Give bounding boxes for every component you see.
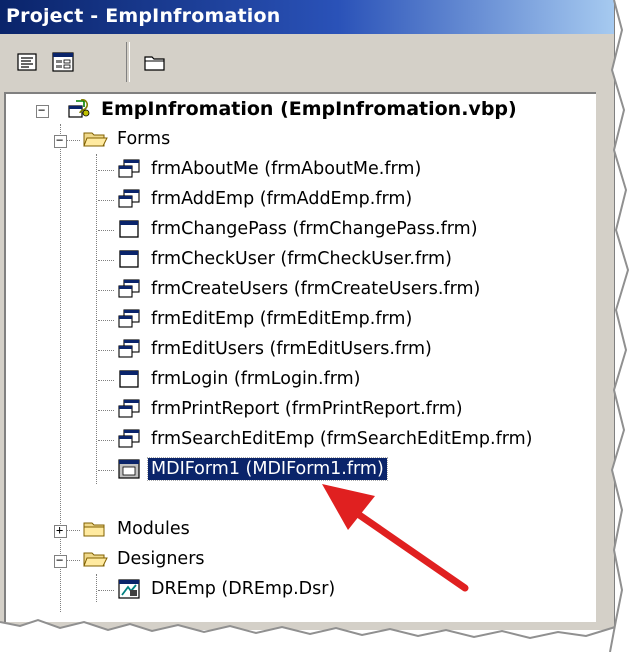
view-code-icon	[17, 53, 37, 71]
form-label: frmSearchEditEmp (frmSearchEditEmp.frm)	[151, 429, 533, 449]
tree-node-form[interactable]: frmChangePass (frmChangePass.frm)	[116, 214, 481, 244]
form-label: frmCheckUser (frmCheckUser.frm)	[151, 249, 452, 269]
tree-node-forms-folder[interactable]: Forms	[82, 124, 173, 154]
tree-node-form[interactable]: frmCreateUsers (frmCreateUsers.frm)	[116, 274, 483, 304]
tree-line	[98, 170, 114, 171]
mdichild-form-icon	[118, 429, 140, 448]
forms-collapse-toggle[interactable]: −	[54, 133, 67, 148]
title-bar[interactable]: Project - EmpInfromation	[0, 0, 614, 34]
vb-project-icon	[68, 99, 90, 118]
tree-node-form[interactable]: frmLogin (frmLogin.frm)	[116, 364, 364, 394]
form-icon	[119, 250, 139, 268]
view-code-button[interactable]	[14, 50, 40, 74]
tree-line	[98, 470, 114, 471]
tree-line	[98, 380, 114, 381]
forms-folder-label: Forms	[117, 129, 171, 149]
tree-line	[96, 154, 97, 484]
view-object-button[interactable]	[50, 50, 76, 74]
tree-line	[98, 260, 114, 261]
tree-line	[66, 140, 80, 141]
tree-line	[98, 440, 114, 441]
tree-node-form[interactable]: frmEditUsers (frmEditUsers.frm)	[116, 334, 435, 364]
tree-line	[98, 320, 114, 321]
tree-node-project[interactable]: EmpInfromation (EmpInfromation.vbp)	[66, 94, 520, 124]
toolbar-separator	[126, 42, 130, 82]
form-label: frmEditEmp (frmEditEmp.frm)	[151, 309, 413, 329]
form-label: frmLogin (frmLogin.frm)	[151, 369, 361, 389]
form-label: frmAddEmp (frmAddEmp.frm)	[151, 189, 413, 209]
tree-line	[96, 574, 97, 602]
mdi-form-icon	[118, 459, 140, 479]
modules-folder-label: Modules	[117, 519, 190, 539]
tree-line	[66, 560, 80, 561]
tree-node-form[interactable]: frmEditEmp (frmEditEmp.frm)	[116, 304, 415, 334]
form-icon	[119, 370, 139, 388]
form-label: frmCreateUsers (frmCreateUsers.frm)	[151, 279, 481, 299]
mdichild-form-icon	[118, 279, 140, 298]
torn-edge-decoration	[0, 617, 640, 652]
mdichild-form-icon	[118, 399, 140, 418]
tree-node-form[interactable]: frmCheckUser (frmCheckUser.frm)	[116, 244, 455, 274]
open-folder-icon	[83, 552, 108, 567]
tree-line	[98, 590, 114, 591]
mdichild-form-icon	[118, 189, 140, 208]
toggle-folders-button[interactable]	[142, 50, 168, 74]
window-title: Project - EmpInfromation	[6, 5, 281, 27]
tree-node-modules-folder[interactable]: Modules	[82, 514, 193, 544]
tree-line	[98, 350, 114, 351]
tree-line	[98, 410, 114, 411]
modules-expand-toggle[interactable]: +	[54, 523, 67, 538]
mdichild-form-icon	[118, 309, 140, 328]
tree-node-form[interactable]: frmAddEmp (frmAddEmp.frm)	[116, 184, 415, 214]
designers-folder-label: Designers	[117, 549, 205, 569]
form-label: frmPrintReport (frmPrintReport.frm)	[151, 399, 463, 419]
open-folder-icon	[83, 132, 108, 147]
tree-node-form[interactable]: frmPrintReport (frmPrintReport.frm)	[116, 394, 466, 424]
form-icon	[119, 220, 139, 238]
form-label: frmEditUsers (frmEditUsers.frm)	[151, 339, 432, 359]
project-label: EmpInfromation (EmpInfromation.vbp)	[101, 98, 517, 120]
toolbar	[0, 34, 614, 88]
tree-line	[98, 230, 114, 231]
project-collapse-toggle[interactable]: −	[36, 103, 49, 118]
form-label: frmAboutMe (frmAboutMe.frm)	[151, 159, 422, 179]
view-object-icon	[52, 52, 74, 72]
tree-line	[66, 530, 80, 531]
tree-node-designers-folder[interactable]: Designers	[82, 544, 208, 574]
torn-edge-right-decoration	[609, 0, 640, 652]
tree-line	[98, 290, 114, 291]
data-report-icon	[118, 579, 140, 599]
tree-node-form[interactable]: frmSearchEditEmp (frmSearchEditEmp.frm)	[116, 424, 536, 454]
designers-collapse-toggle[interactable]: −	[54, 553, 67, 568]
toggle-folders-icon	[144, 56, 165, 71]
closed-folder-icon	[83, 522, 105, 537]
tree-node-form[interactable]: frmAboutMe (frmAboutMe.frm)	[116, 154, 424, 184]
form-label: frmChangePass (frmChangePass.frm)	[151, 219, 478, 239]
mdichild-form-icon	[118, 159, 140, 178]
tree-line	[98, 200, 114, 201]
mdichild-form-icon	[118, 339, 140, 358]
red-arrow-icon	[322, 484, 469, 592]
